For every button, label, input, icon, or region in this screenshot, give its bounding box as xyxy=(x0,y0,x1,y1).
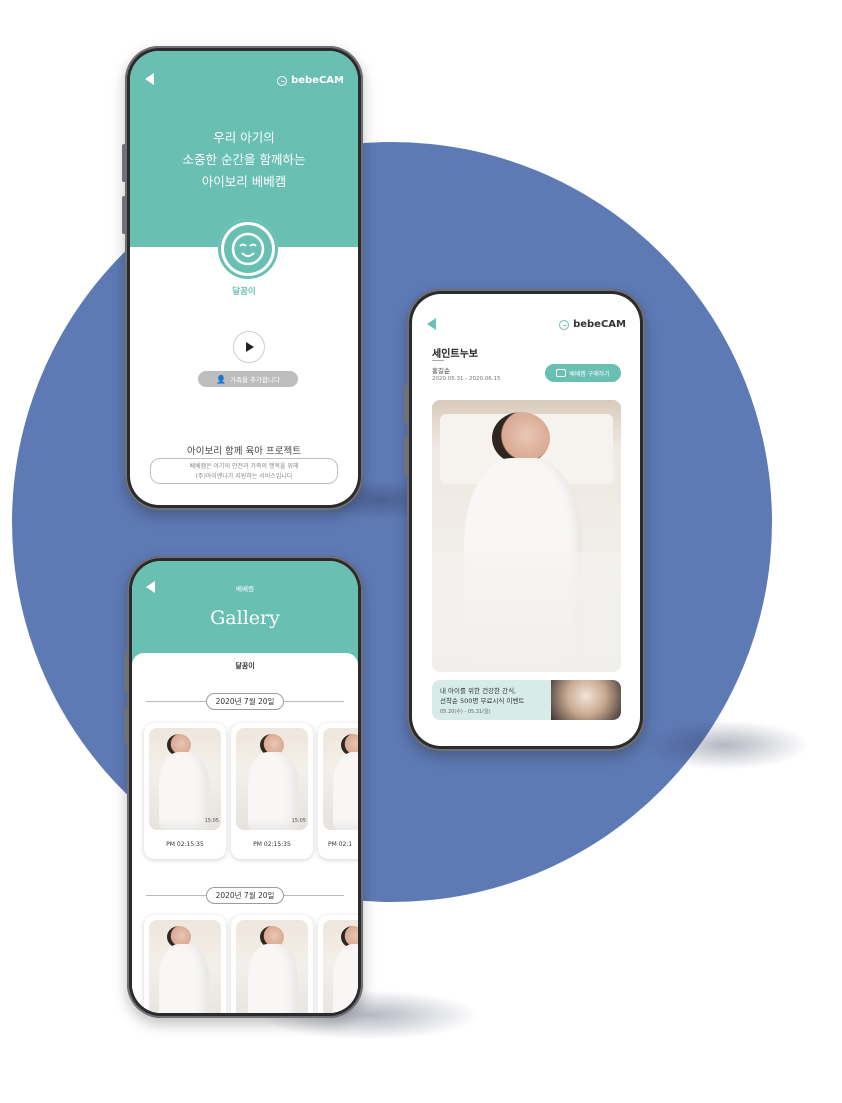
page-title: Gallery xyxy=(210,607,280,629)
thumbnail xyxy=(323,728,358,830)
volume-button xyxy=(124,706,128,744)
volume-button xyxy=(122,144,126,182)
date-divider: 2020년 7월 20일 xyxy=(132,887,358,904)
back-arrow-icon[interactable] xyxy=(145,73,154,85)
play-button[interactable] xyxy=(233,331,265,363)
date-label: 2020년 7월 20일 xyxy=(205,693,285,710)
banner-image xyxy=(551,680,621,720)
capture-time: PM 02:15:35 xyxy=(253,841,291,848)
back-arrow-icon[interactable] xyxy=(427,318,436,330)
volume-button xyxy=(122,196,126,234)
divider-line xyxy=(146,895,206,896)
divider-line xyxy=(284,895,344,896)
thumbnail xyxy=(236,728,308,830)
phone-gallery: 베베캠 Gallery 달꿈이 2020년 7월 20일 15:05 PM 02… xyxy=(124,556,363,1018)
sheet xyxy=(432,552,621,672)
date-label: 2020년 7월 20일 xyxy=(205,887,285,904)
thumbnail xyxy=(323,920,358,1013)
add-family-button[interactable]: 👤 가족을 추가합니다 xyxy=(198,371,298,387)
thumbnail xyxy=(149,920,221,1013)
avatar[interactable] xyxy=(218,219,278,279)
gallery-card[interactable] xyxy=(231,915,313,1013)
blanket xyxy=(333,944,358,1013)
duration-badge: 15:05 xyxy=(291,818,306,824)
divider-line xyxy=(284,701,344,702)
blanket xyxy=(248,752,298,830)
duration-badge: 15:05 xyxy=(204,818,219,824)
capture-time: PM 02:1 xyxy=(328,841,353,848)
gallery-card[interactable]: PM 02:1 xyxy=(318,723,358,859)
play-icon xyxy=(246,342,254,352)
baby-photo[interactable] xyxy=(432,400,621,672)
logo-icon xyxy=(559,319,570,330)
bebecam-logo: bebeCAM xyxy=(559,319,626,330)
screen-home: bebeCAM 우리 아기의 소중한 순간을 함께하는 아이보리 베베캠 달꿈이… xyxy=(130,51,358,505)
gallery-card[interactable] xyxy=(318,915,358,1013)
phone-home: bebeCAM 우리 아기의 소중한 순간을 함께하는 아이보리 베베캠 달꿈이… xyxy=(122,46,363,510)
headline-line: 아이보리 베베캠 xyxy=(201,174,287,189)
blanket xyxy=(333,752,358,830)
headline: 우리 아기의 소중한 순간을 함께하는 아이보리 베베캠 xyxy=(130,127,358,193)
volume-button xyxy=(404,437,408,475)
gallery-card[interactable]: 15:05 PM 02:15:35 xyxy=(231,723,313,859)
camera-icon xyxy=(556,369,567,377)
person-name: 홍길순 xyxy=(432,367,450,375)
project-desc-line: (주)아이엔나가 지원하는 서비스입니다 xyxy=(195,473,293,480)
baby-name: 달꿈이 xyxy=(235,662,255,670)
gallery-card[interactable] xyxy=(144,915,226,1013)
blanket xyxy=(159,752,209,830)
baby-name: 달꿈이 xyxy=(232,287,256,297)
divider-line xyxy=(146,701,206,702)
capture-time: PM 02:15:35 xyxy=(166,841,204,848)
page-title: 세인트누보 xyxy=(432,349,478,360)
phone-shadow xyxy=(640,720,810,770)
headline-line: 우리 아기의 xyxy=(213,130,275,145)
volume-button xyxy=(124,654,128,692)
project-title: 아이보리 함께 육아 프로젝트 xyxy=(187,446,301,457)
logo-text: bebeCAM xyxy=(573,319,626,330)
thumbnail xyxy=(236,920,308,1013)
gallery-card[interactable]: 15:05 PM 02:15:35 xyxy=(144,723,226,859)
project-desc-line: 베베캠은 아기의 안전과 가족의 행복을 위해 xyxy=(189,463,299,470)
baby-head xyxy=(492,412,550,464)
phone-detail: bebeCAM 세인트누보 홍길순 2020.05.31 - 2020.06.1… xyxy=(404,289,645,751)
blanket xyxy=(248,944,298,1013)
buy-bebecam-button[interactable]: 베베캠 구매하기 xyxy=(545,364,621,382)
screen-gallery: 베베캠 Gallery 달꿈이 2020년 7월 20일 15:05 PM 02… xyxy=(132,561,358,1013)
banner-line: 선착순 500명 무료시식 이벤트 xyxy=(440,697,525,705)
banner-line: 내 아이를 위한 건강한 간식, xyxy=(440,687,517,695)
thumbnail xyxy=(149,728,221,830)
smile-face-icon xyxy=(224,225,272,273)
project-description: 베베캠은 아기의 안전과 가족의 행복을 위해 (주)아이엔나가 지원하는 서비… xyxy=(150,458,338,484)
date-range: 2020.05.31 - 2020.06.15 xyxy=(432,376,501,382)
top-label: 베베캠 xyxy=(236,585,254,593)
buy-button-label: 베베캠 구매하기 xyxy=(569,370,610,378)
add-user-icon: 👤 xyxy=(216,374,227,384)
logo-text: bebeCAM xyxy=(291,75,344,86)
event-banner[interactable]: 내 아이를 위한 건강한 간식, 선착순 500명 무료시식 이벤트 05.20… xyxy=(432,680,621,720)
add-family-label: 가족을 추가합니다 xyxy=(230,376,280,384)
divider xyxy=(432,360,444,361)
screen-detail: bebeCAM 세인트누보 홍길순 2020.05.31 - 2020.06.1… xyxy=(412,294,640,746)
date-divider: 2020년 7월 20일 xyxy=(132,693,358,710)
blanket xyxy=(159,944,209,1013)
logo-icon xyxy=(277,75,288,86)
volume-button xyxy=(404,385,408,423)
bebecam-logo: bebeCAM xyxy=(277,75,344,86)
headline-line: 소중한 순간을 함께하는 xyxy=(182,152,306,167)
banner-date: 05.20(수) - 05.31(일) xyxy=(440,709,491,715)
